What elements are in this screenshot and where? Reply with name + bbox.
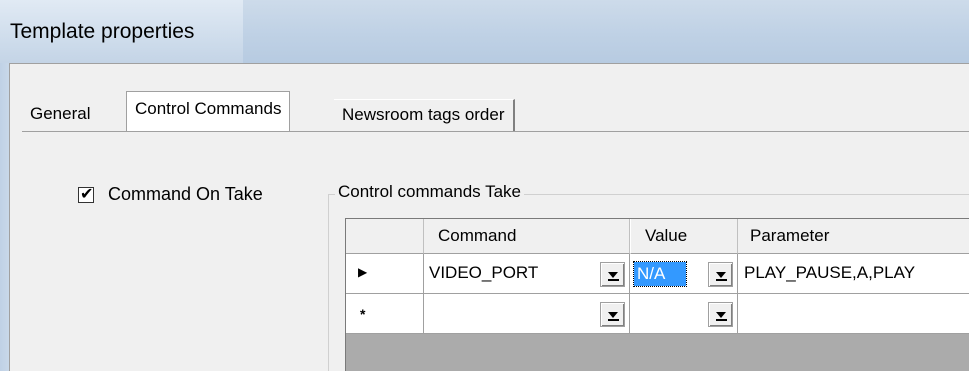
command-cell[interactable] xyxy=(424,294,630,334)
window-title: Template properties xyxy=(10,20,195,43)
value-selected-text[interactable]: N/A xyxy=(633,261,687,287)
commands-grid[interactable]: Command Value Parameter ▶ VIDEO_PORT N/A xyxy=(345,218,969,371)
value-cell[interactable] xyxy=(630,294,738,334)
command-dropdown-button[interactable] xyxy=(600,262,625,287)
row-header-corner xyxy=(346,219,424,254)
title-bar: Template properties xyxy=(0,0,969,63)
current-row-icon: ▶ xyxy=(358,265,368,279)
table-row[interactable]: ▶ VIDEO_PORT N/A PLAY_PAUSE,A,PLAY xyxy=(346,254,969,294)
column-header-command[interactable]: Command xyxy=(424,219,630,254)
command-on-take-checkbox[interactable]: ✔ xyxy=(78,183,94,203)
row-selector[interactable]: ▶ xyxy=(346,254,424,294)
tab-control-commands[interactable]: Control Commands xyxy=(126,91,291,133)
checkmark-icon: ✔ xyxy=(80,183,94,203)
group-title: Control commands Take xyxy=(335,182,524,202)
value-dropdown-button[interactable] xyxy=(708,262,733,287)
control-commands-page: ✔ Command On Take Control commands Take … xyxy=(22,132,969,371)
grid-header-row: Command Value Parameter xyxy=(346,219,969,254)
new-row-icon: * xyxy=(360,306,366,322)
column-header-value[interactable]: Value xyxy=(630,219,738,254)
tab-general[interactable]: General xyxy=(22,99,98,131)
command-on-take-label: Command On Take xyxy=(108,184,263,204)
new-row[interactable]: * xyxy=(346,294,969,334)
parameter-cell[interactable] xyxy=(738,294,969,334)
row-selector[interactable]: * xyxy=(346,294,424,334)
command-on-take-option[interactable]: ✔ Command On Take xyxy=(78,184,263,205)
window-frame xyxy=(0,63,9,371)
value-cell[interactable]: N/A xyxy=(630,254,738,294)
parameter-cell[interactable]: PLAY_PAUSE,A,PLAY xyxy=(738,254,969,294)
column-header-parameter[interactable]: Parameter xyxy=(738,219,969,254)
tab-newsroom-tags-order[interactable]: Newsroom tags order xyxy=(334,99,515,131)
parameter-value: PLAY_PAUSE,A,PLAY xyxy=(744,263,916,282)
command-dropdown-button[interactable] xyxy=(600,302,625,327)
dialog-panel: General Control Commands Newsroom tags o… xyxy=(9,63,969,371)
control-commands-take-group: Control commands Take Command Value Para… xyxy=(328,182,969,371)
value-dropdown-button[interactable] xyxy=(708,302,733,327)
command-value: VIDEO_PORT xyxy=(429,263,539,282)
command-cell[interactable]: VIDEO_PORT xyxy=(424,254,630,294)
